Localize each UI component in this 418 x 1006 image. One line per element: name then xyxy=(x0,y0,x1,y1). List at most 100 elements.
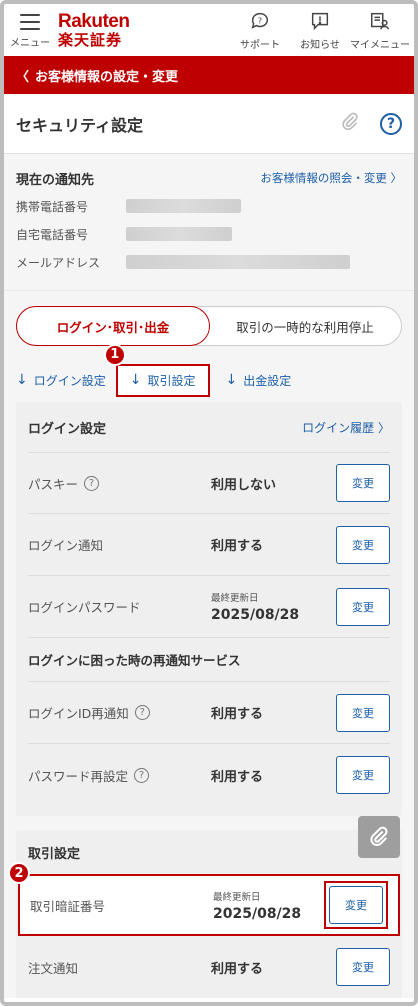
row-label-text: パスワード再設定 xyxy=(28,768,129,784)
support-chat-icon: ? xyxy=(251,12,269,29)
title-row: セキュリティ設定 ? xyxy=(4,94,414,154)
arrow-down-icon: ↓ xyxy=(16,372,28,388)
card-title: ログイン設定 xyxy=(28,421,107,437)
change-button[interactable]: 変更 xyxy=(336,525,390,564)
row-label-text: ログインID再通知 xyxy=(28,706,129,721)
notify-row-mobile: 携帯電話番号 xyxy=(16,192,402,220)
notice-label: お知らせ xyxy=(300,39,340,51)
last-updated-label: 最終更新日 xyxy=(211,593,259,604)
notify-label: メールアドレス xyxy=(16,255,101,270)
change-button[interactable]: 変更 xyxy=(336,948,390,986)
change-button[interactable]: 変更 xyxy=(336,756,390,794)
logo-bottom: 楽天証券 xyxy=(58,31,123,49)
login-history-link[interactable]: ログイン履歴 〉 xyxy=(302,419,390,436)
notify-label: 自宅電話番号 xyxy=(16,227,89,242)
login-settings-card: ログイン設定 ログイン履歴 〉 パスキー? 利用しない 変更 ログイン通知 利用… xyxy=(16,402,402,816)
recovery-subheading: ログインに困った時の再通知サービス xyxy=(28,638,390,682)
row-value: 利用しない xyxy=(211,477,277,493)
app-header: メニュー Rakuten 楽天証券 ? サポート お知らせ マイメニュー xyxy=(4,4,414,56)
setting-row-order-notify: 注文通知 利用する 変更 xyxy=(28,936,390,998)
tab-login-trade-withdraw[interactable]: ログイン･取引･出金 xyxy=(16,306,210,346)
login-history-label: ログイン履歴 xyxy=(302,420,375,435)
rakuten-logo[interactable]: Rakuten 楽天証券 xyxy=(58,11,130,49)
customer-info-link[interactable]: お客様情報の照会・変更 〉 xyxy=(260,170,402,186)
arrow-down-icon: ↓ xyxy=(225,372,238,388)
mymenu-button[interactable]: マイメニュー xyxy=(350,10,410,51)
notify-row-home: 自宅電話番号 xyxy=(16,220,402,248)
support-label: サポート xyxy=(240,39,280,51)
highlight-frame: 変更 xyxy=(324,881,388,929)
notify-row-email: メールアドレス xyxy=(16,248,402,276)
row-value: 利用する xyxy=(211,539,264,554)
mymenu-label: マイメニュー xyxy=(350,39,410,51)
change-button[interactable]: 変更 xyxy=(329,886,383,924)
row-value: 利用する xyxy=(211,707,264,722)
anchor-trade-label: 取引設定 xyxy=(147,373,196,388)
card-title: 取引設定 xyxy=(28,846,81,862)
setting-row-passkey: パスキー? 利用しない 変更 xyxy=(28,452,390,514)
last-updated-date: 2025/08/28 xyxy=(213,905,302,922)
hamburger-icon xyxy=(20,13,40,30)
paperclip-icon[interactable] xyxy=(340,112,360,136)
help-icon[interactable]: ? xyxy=(84,475,100,491)
redacted-value xyxy=(126,255,350,269)
notify-title: 現在の通知先 xyxy=(16,172,95,188)
segmented-tabs: ログイン･取引･出金 取引の一時的な利用停止 xyxy=(16,306,402,346)
help-icon[interactable]: ? xyxy=(134,705,150,720)
menu-button[interactable]: メニュー xyxy=(8,12,52,49)
last-updated-date: 2025/08/28 xyxy=(211,607,300,623)
notice-icon xyxy=(311,12,329,30)
last-updated-label: 最終更新日 xyxy=(213,891,261,903)
setting-row-trade-pin: 2 取引暗証番号 最終更新日 2025/08/28 変更 xyxy=(8,862,400,936)
anchor-login[interactable]: ↓ ログイン設定 xyxy=(16,372,106,389)
change-button[interactable]: 変更 xyxy=(336,464,390,502)
logo-top: Rakuten xyxy=(58,11,130,32)
svg-text:?: ? xyxy=(258,15,262,25)
change-button[interactable]: 変更 xyxy=(336,587,390,626)
chevron-left-icon: 〈 xyxy=(16,69,30,85)
setting-row-password-reset: パスワード再設定? 利用する 変更 xyxy=(28,744,390,806)
chevron-right-icon: 〉 xyxy=(377,420,390,435)
back-bar[interactable]: 〈 お客様情報の設定・変更 xyxy=(4,56,414,94)
anchor-trade[interactable]: 1 ↓ 取引設定 xyxy=(103,343,210,397)
row-label: ログインID再通知? xyxy=(28,703,211,722)
menu-label: メニュー xyxy=(10,37,50,49)
anchor-withdraw[interactable]: ↓ 出金設定 xyxy=(226,372,292,389)
help-icon[interactable]: ? xyxy=(134,767,150,783)
anchor-withdraw-label: 出金設定 xyxy=(243,373,292,388)
redacted-value xyxy=(126,199,241,213)
row-label: 注文通知 xyxy=(28,960,79,976)
back-bar-label: お客様情報の設定・変更 xyxy=(35,69,179,85)
row-label: ログイン通知 xyxy=(28,538,104,553)
row-value: 最終更新日 2025/08/28 xyxy=(213,889,324,922)
trade-settings-card: 取引設定 2 取引暗証番号 最終更新日 2025/08/28 変更 注文通知 利… xyxy=(8,830,402,998)
paperclip-icon xyxy=(370,826,388,847)
anchor-login-label: ログイン設定 xyxy=(33,373,106,388)
phone-frame: メニュー Rakuten 楽天証券 ? サポート お知らせ マイメニュー 〈 お… xyxy=(0,0,418,1006)
anchor-links: ↓ ログイン設定 1 ↓ 取引設定 ↓ 出金設定 xyxy=(4,343,414,402)
row-label: パスワード再設定? xyxy=(28,766,211,785)
floating-clip-button[interactable] xyxy=(358,816,400,858)
notice-button[interactable]: お知らせ xyxy=(290,10,350,51)
redacted-value xyxy=(126,227,232,241)
step-badge: 2 xyxy=(8,862,30,884)
change-button[interactable]: 変更 xyxy=(336,693,390,732)
step-badge: 1 xyxy=(103,343,126,366)
chevron-right-icon: 〉 xyxy=(390,171,403,185)
support-button[interactable]: ? サポート xyxy=(230,10,290,51)
customer-info-link-label: お客様情報の照会・変更 xyxy=(260,171,387,185)
row-label: ログインパスワード xyxy=(28,600,141,615)
row-label: パスキー? xyxy=(28,474,211,493)
row-label: 取引暗証番号 xyxy=(30,898,106,914)
setting-row-id-renotify: ログインID再通知? 利用する 変更 xyxy=(28,682,390,744)
arrow-down-icon: ↓ xyxy=(129,372,142,388)
row-value: 最終更新日 2025/08/28 xyxy=(211,590,336,623)
tab-section: ログイン･取引･出金 取引の一時的な利用停止 xyxy=(4,300,414,358)
row-value: 利用する xyxy=(211,961,264,977)
help-icon[interactable]: ? xyxy=(380,112,402,135)
row-label-text: パスキー xyxy=(28,476,79,492)
row-value: 利用する xyxy=(211,769,264,785)
mymenu-icon xyxy=(371,12,389,29)
notify-label: 携帯電話番号 xyxy=(16,199,89,214)
tab-temporary-suspend[interactable]: 取引の一時的な利用停止 xyxy=(209,307,401,345)
